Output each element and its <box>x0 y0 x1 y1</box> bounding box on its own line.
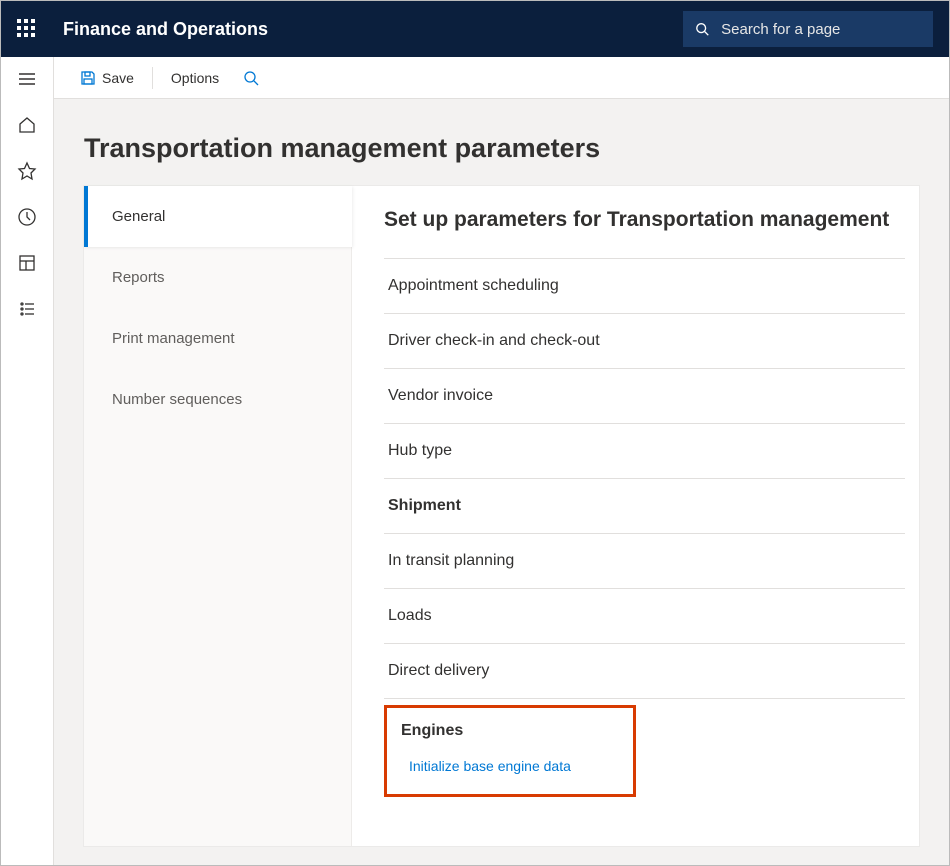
global-search[interactable] <box>683 11 933 47</box>
parameters-card: General Reports Print management Number … <box>84 186 919 846</box>
section-engines: Engines Initialize base engine data <box>384 698 905 797</box>
modules-icon[interactable] <box>15 297 39 321</box>
app-title: Finance and Operations <box>63 19 268 40</box>
search-input[interactable] <box>721 21 921 38</box>
workspaces-icon[interactable] <box>15 251 39 275</box>
section-direct-delivery[interactable]: Direct delivery <box>384 643 905 698</box>
save-label: Save <box>102 70 134 86</box>
top-bar: Finance and Operations <box>1 1 949 57</box>
search-icon <box>695 21 709 37</box>
left-nav-rail <box>1 57 54 865</box>
save-icon <box>80 70 96 86</box>
options-button[interactable]: Options <box>161 62 229 94</box>
detail-pane: Set up parameters for Transportation man… <box>352 186 919 846</box>
home-icon[interactable] <box>15 113 39 137</box>
tab-reports[interactable]: Reports <box>84 247 352 308</box>
engines-title[interactable]: Engines <box>401 722 623 740</box>
app-launcher-icon[interactable] <box>17 19 37 39</box>
section-shipment[interactable]: Shipment <box>384 478 905 533</box>
section-in-transit-planning[interactable]: In transit planning <box>384 533 905 588</box>
tab-print-management[interactable]: Print management <box>84 308 352 369</box>
page-title: Transportation management parameters <box>84 133 919 164</box>
section-driver-check[interactable]: Driver check-in and check-out <box>384 313 905 368</box>
section-appointment-scheduling[interactable]: Appointment scheduling <box>384 258 905 313</box>
save-button[interactable]: Save <box>70 62 144 94</box>
hamburger-icon[interactable] <box>15 67 39 91</box>
recent-icon[interactable] <box>15 205 39 229</box>
vertical-tabs: General Reports Print management Number … <box>84 186 352 846</box>
section-hub-type[interactable]: Hub type <box>384 423 905 478</box>
tab-general[interactable]: General <box>84 186 352 247</box>
detail-title: Set up parameters for Transportation man… <box>384 208 905 232</box>
action-bar: Save Options <box>54 57 949 99</box>
section-vendor-invoice[interactable]: Vendor invoice <box>384 368 905 423</box>
tab-number-sequences[interactable]: Number sequences <box>84 369 352 430</box>
engines-highlight-box: Engines Initialize base engine data <box>384 705 636 797</box>
search-icon <box>243 70 259 86</box>
favorites-icon[interactable] <box>15 159 39 183</box>
initialize-base-engine-data-link[interactable]: Initialize base engine data <box>401 758 623 774</box>
section-loads[interactable]: Loads <box>384 588 905 643</box>
options-label: Options <box>171 70 219 86</box>
action-divider <box>152 67 153 89</box>
page-search-button[interactable] <box>233 62 269 94</box>
